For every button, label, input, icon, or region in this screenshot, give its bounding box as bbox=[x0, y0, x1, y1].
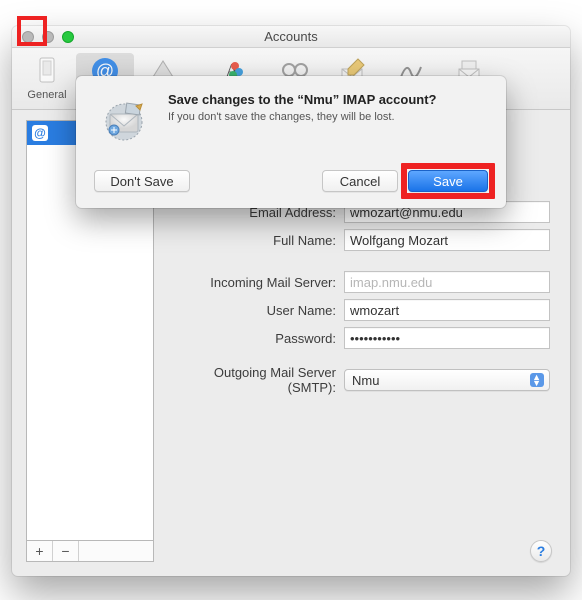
dialog-title: Save changes to the “Nmu” IMAP account? bbox=[168, 92, 436, 107]
spacer bbox=[79, 541, 153, 561]
password-label: Password: bbox=[164, 331, 344, 346]
at-icon: @ bbox=[32, 125, 48, 141]
username-field[interactable]: wmozart bbox=[344, 299, 550, 321]
tab-general[interactable]: General bbox=[18, 53, 76, 105]
chevron-updown-icon: ▲▼ bbox=[532, 374, 541, 386]
tab-label: General bbox=[18, 89, 76, 101]
save-changes-dialog: Save changes to the “Nmu” IMAP account? … bbox=[76, 76, 506, 208]
fullname-field[interactable]: Wolfgang Mozart bbox=[344, 229, 550, 251]
window-title: Accounts bbox=[12, 29, 570, 44]
incoming-server-field: imap.nmu.edu bbox=[344, 271, 550, 293]
smtp-select[interactable]: Nmu ▲▼ bbox=[344, 369, 550, 391]
username-label: User Name: bbox=[164, 303, 344, 318]
dont-save-button[interactable]: Don't Save bbox=[94, 170, 190, 192]
titlebar: Accounts bbox=[12, 26, 570, 48]
traffic-lights bbox=[12, 31, 74, 43]
dialog-text: Save changes to the “Nmu” IMAP account? … bbox=[168, 92, 436, 152]
password-field[interactable]: ••••••••••• bbox=[344, 327, 550, 349]
add-account-button[interactable]: + bbox=[27, 541, 53, 561]
smtp-value: Nmu bbox=[352, 373, 379, 388]
cancel-button[interactable]: Cancel bbox=[322, 170, 398, 192]
dialog-actions: Don't Save Cancel Save bbox=[94, 170, 488, 192]
preferences-window: Accounts General @ Accounts Junk Mail A … bbox=[12, 26, 570, 576]
help-button[interactable]: ? bbox=[530, 540, 552, 562]
mail-app-icon bbox=[94, 92, 154, 152]
fullname-label: Full Name: bbox=[164, 233, 344, 248]
smtp-label: Outgoing Mail Server (SMTP): bbox=[164, 365, 344, 395]
general-icon bbox=[18, 55, 76, 87]
close-window-button[interactable] bbox=[22, 31, 34, 43]
minimize-window-button[interactable] bbox=[42, 31, 54, 43]
dialog-message: If you don't save the changes, they will… bbox=[168, 111, 436, 123]
incoming-label: Incoming Mail Server: bbox=[164, 275, 344, 290]
maximize-window-button[interactable] bbox=[62, 31, 74, 43]
remove-account-button[interactable]: − bbox=[53, 541, 79, 561]
add-remove-bar: + − bbox=[26, 540, 154, 562]
save-button[interactable]: Save bbox=[408, 170, 488, 192]
save-button-wrap: Save bbox=[408, 170, 488, 192]
